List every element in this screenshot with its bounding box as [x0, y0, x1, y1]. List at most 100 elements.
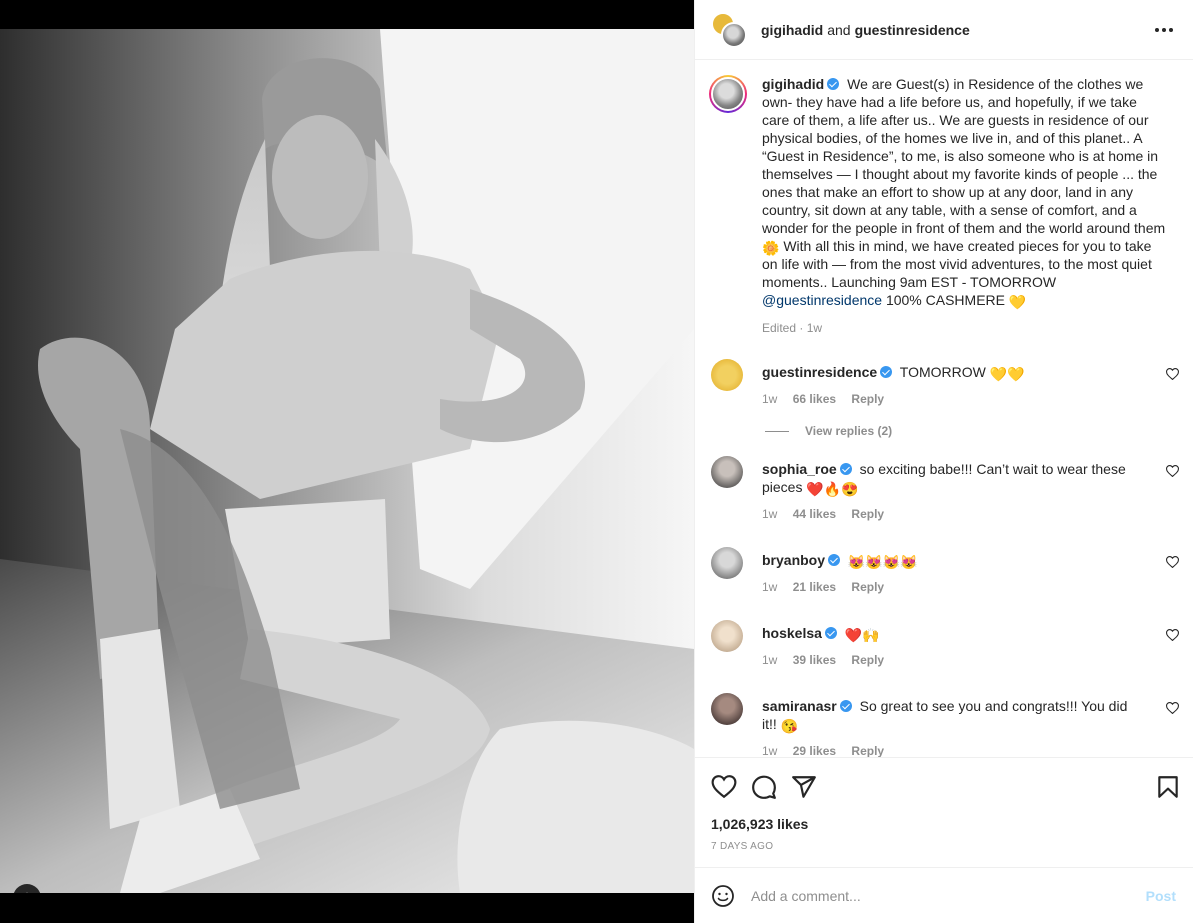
comment-likes[interactable]: 39 likes [793, 653, 836, 667]
comment-item: samiranasr So great to see you and congr… [695, 693, 1193, 757]
paper-plane-icon[interactable] [791, 774, 817, 800]
photo-illustration [0, 29, 694, 893]
dot-icon [1169, 28, 1173, 32]
collaborator-username-link[interactable]: guestinresidence [855, 22, 970, 38]
comment-meta: 1w 29 likes Reply [762, 742, 1142, 757]
caption-meta: Edited · 1w [762, 321, 823, 335]
verified-badge-icon [839, 463, 852, 475]
comment-item: sophia_roe so exciting babe!!! Can’t wai… [695, 456, 1193, 523]
verified-badge-icon [828, 554, 841, 566]
avatar[interactable] [711, 620, 743, 652]
mention-link[interactable]: @guestinresidence [762, 292, 882, 308]
comment-body: bryanboy 😻😻😻😻 1w 21 likes Reply [762, 547, 1142, 596]
avatar[interactable] [711, 456, 743, 488]
add-comment-bar: Post [695, 867, 1193, 923]
post-header: gigihadid and guestinresidence [695, 0, 1193, 60]
post-caption: gigihadid We are Guest(s) in Residence o… [695, 61, 1193, 335]
emoji-icon[interactable] [711, 884, 735, 908]
avatar[interactable] [711, 693, 743, 725]
comment-likes[interactable]: 44 likes [793, 507, 836, 521]
post-author-line: gigihadid and guestinresidence [761, 22, 970, 38]
dot-icon [1155, 28, 1159, 32]
story-ring-avatar[interactable] [709, 75, 747, 113]
reply-button[interactable]: Reply [851, 744, 884, 757]
comment-likes[interactable]: 29 likes [793, 744, 836, 757]
comment-time[interactable]: 1w [762, 744, 777, 757]
flower-emoji: 🌼 [762, 240, 780, 256]
reply-button[interactable]: Reply [851, 392, 884, 406]
comment-text: TOMORROW [899, 364, 986, 380]
comment-body: samiranasr So great to see you and congr… [762, 693, 1142, 757]
comment-time[interactable]: 1w [762, 653, 777, 667]
comment-username-link[interactable]: bryanboy [762, 552, 825, 568]
heart-icon[interactable] [1166, 629, 1179, 641]
comment-time[interactable]: 1w [762, 580, 777, 594]
comment-emoji: ❤️🔥😍 [806, 481, 859, 497]
bookmark-icon[interactable] [1155, 774, 1181, 800]
collab-avatars[interactable] [711, 11, 747, 48]
verified-badge-icon [839, 700, 852, 712]
edited-label: Edited [762, 321, 797, 335]
avatar[interactable] [711, 547, 743, 579]
yellow-heart-emoji: 💛 [1008, 294, 1027, 310]
comment-bubble-icon[interactable] [751, 774, 777, 800]
verified-badge-icon [827, 78, 840, 90]
dot-icon [1162, 28, 1166, 32]
comment-body: hoskelsa ❤️🙌 1w 39 likes Reply [762, 620, 1142, 669]
comment-username-link[interactable]: sophia_roe [762, 461, 837, 477]
instagram-post-modal: gigihadid and guestinresidence gigihadid W… [0, 0, 1193, 923]
view-replies-label: View replies (2) [805, 424, 893, 438]
caption-body-3: 100% CASHMERE [885, 292, 1005, 308]
comment-username-link[interactable]: samiranasr [762, 698, 837, 714]
comment-emoji: 😻😻😻😻 [847, 554, 918, 570]
post-actions: 1,026,923 likes 7 DAYS AGO [695, 757, 1193, 867]
reply-button[interactable]: Reply [851, 580, 884, 594]
and-text: and [827, 21, 851, 38]
post-comment-button[interactable]: Post [1146, 888, 1176, 904]
comment-meta: 1w 44 likes Reply [762, 505, 1142, 523]
comment-body: guestinresidence TOMORROW 💛💛 1w 66 likes… [762, 359, 1142, 408]
user-icon [25, 892, 29, 893]
heart-icon[interactable] [1166, 368, 1179, 380]
post-photo[interactable] [0, 29, 694, 893]
comment-input[interactable] [751, 887, 1146, 904]
view-replies-button[interactable]: View replies (2) [695, 424, 1193, 438]
caption-username-link[interactable]: gigihadid [762, 76, 824, 92]
more-options-button[interactable] [1155, 22, 1175, 38]
post-details-panel: gigihadid and guestinresidence gigihadid W… [694, 0, 1193, 923]
caption-text: gigihadid We are Guest(s) in Residence o… [762, 75, 1166, 309]
comment-emoji: 😘 [780, 718, 799, 734]
comment-meta: 1w 66 likes Reply [762, 390, 1142, 408]
reply-button[interactable]: Reply [851, 653, 884, 667]
comment-item: hoskelsa ❤️🙌 1w 39 likes Reply [695, 620, 1193, 669]
comment-item: bryanboy 😻😻😻😻 1w 21 likes Reply [695, 547, 1193, 596]
caption-body-2: With all this in mind, we have created p… [762, 238, 1152, 290]
heart-outline-icon[interactable] [711, 774, 737, 800]
heart-icon[interactable] [1166, 465, 1179, 477]
post-date[interactable]: 7 DAYS AGO [711, 841, 773, 852]
comment-time[interactable]: 1w [762, 392, 777, 406]
comment-time[interactable]: 1w [762, 507, 777, 521]
avatar [711, 77, 745, 111]
comment-likes[interactable]: 66 likes [793, 392, 836, 406]
comment-item: guestinresidence TOMORROW 💛💛 1w 66 likes… [695, 359, 1193, 408]
avatar[interactable] [711, 359, 743, 391]
comment-emoji: 💛💛 [989, 366, 1025, 382]
comment-username-link[interactable]: guestinresidence [762, 364, 877, 380]
caption-body-1: We are Guest(s) in Residence of the clot… [762, 76, 1166, 236]
author-username-link[interactable]: gigihadid [761, 22, 823, 38]
likes-count[interactable]: 1,026,923 likes [711, 816, 808, 832]
heart-icon[interactable] [1166, 702, 1179, 714]
comment-emoji: ❤️🙌 [844, 627, 880, 643]
reply-button[interactable]: Reply [851, 507, 884, 521]
comment-likes[interactable]: 21 likes [793, 580, 836, 594]
comment-meta: 1w 21 likes Reply [762, 578, 1142, 596]
heart-icon[interactable] [1166, 556, 1179, 568]
comments-scroll-area[interactable]: gigihadid We are Guest(s) in Residence o… [695, 61, 1193, 757]
action-icons-row [695, 758, 1193, 814]
verified-badge-icon [824, 627, 837, 639]
comment-username-link[interactable]: hoskelsa [762, 625, 822, 641]
caption-time[interactable]: 1w [807, 321, 822, 335]
post-media [0, 0, 694, 923]
verified-badge-icon [880, 366, 893, 378]
